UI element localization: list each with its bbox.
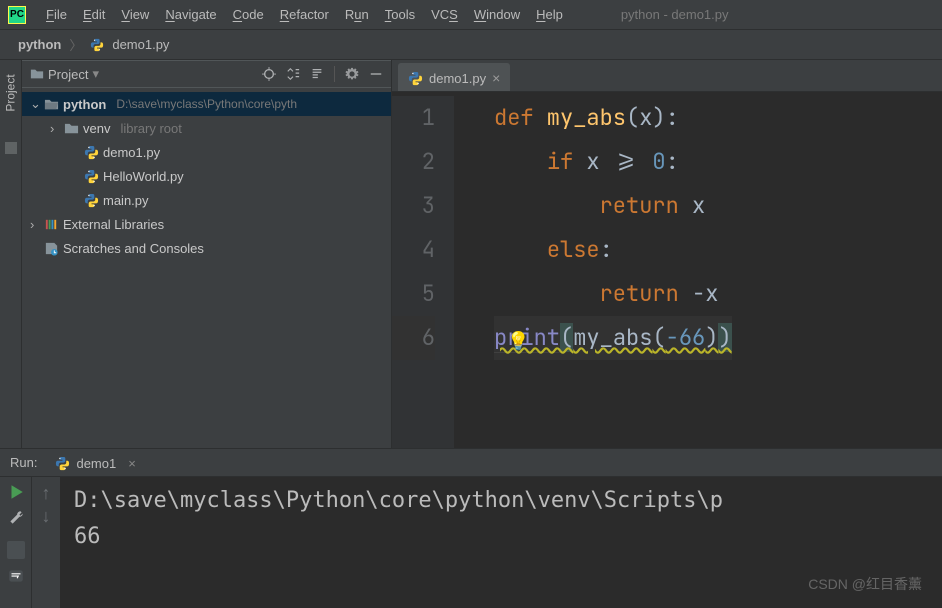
python-file-icon bbox=[55, 456, 70, 471]
run-label: Run: bbox=[10, 455, 37, 470]
expand-all-icon[interactable] bbox=[286, 67, 300, 81]
tree-file[interactable]: demo1.py bbox=[22, 140, 391, 164]
menu-item[interactable]: Refactor bbox=[272, 7, 337, 22]
editor: demo1.py × 1 2 3 4 5 6 💡 def my_abs(x): … bbox=[392, 60, 942, 448]
ide-logo-icon: PC bbox=[8, 6, 26, 24]
code-line[interactable]: print(my_abs(-66)) bbox=[494, 316, 732, 360]
collapse-all-icon[interactable] bbox=[310, 67, 324, 81]
python-file-icon bbox=[90, 38, 104, 52]
tree-root-path: D:\save\myclass\Python\core\pyth bbox=[116, 97, 297, 111]
menu-item[interactable]: Help bbox=[528, 7, 571, 22]
menu-item[interactable]: Navigate bbox=[157, 7, 224, 22]
down-arrow-icon[interactable]: ↓ bbox=[42, 506, 51, 527]
editor-tab-demo1[interactable]: demo1.py × bbox=[398, 63, 510, 91]
line-number[interactable]: 3 bbox=[392, 184, 435, 228]
tree-external-libs[interactable]: › External Libraries bbox=[22, 212, 391, 236]
chevron-right-icon[interactable]: › bbox=[30, 217, 40, 232]
code-area[interactable]: def my_abs(x): if x >= 0: return x else:… bbox=[454, 96, 732, 448]
run-tab[interactable]: demo1 × bbox=[47, 450, 143, 475]
menu-item[interactable]: Tools bbox=[377, 7, 423, 22]
settings-gear-icon[interactable] bbox=[345, 67, 359, 81]
wrench-icon[interactable] bbox=[7, 509, 25, 527]
breadcrumb[interactable]: python 〉 demo1.py bbox=[0, 30, 942, 60]
line-number[interactable]: 1 bbox=[392, 96, 435, 140]
close-icon[interactable]: × bbox=[128, 456, 136, 471]
project-view-icon bbox=[30, 67, 44, 81]
project-panel-title[interactable]: Project bbox=[48, 67, 88, 82]
tree-item-label: External Libraries bbox=[63, 217, 164, 232]
line-number[interactable]: 6 bbox=[392, 316, 435, 360]
menu-item[interactable]: Run bbox=[337, 7, 377, 22]
chevron-right-icon[interactable]: › bbox=[50, 121, 60, 136]
tree-scratches[interactable]: Scratches and Consoles bbox=[22, 236, 391, 260]
tree-item-label: HelloWorld.py bbox=[103, 169, 184, 184]
up-arrow-icon[interactable]: ↑ bbox=[42, 483, 51, 504]
close-icon[interactable]: × bbox=[492, 70, 500, 86]
scratches-icon bbox=[44, 241, 59, 256]
code-line[interactable]: return -x bbox=[494, 272, 732, 316]
run-nav: ↑ ↓ bbox=[32, 477, 60, 608]
code-line[interactable]: return x bbox=[494, 184, 732, 228]
editor-tabs: demo1.py × bbox=[392, 60, 942, 92]
menu-item[interactable]: Code bbox=[225, 7, 272, 22]
menu-item[interactable]: VCS bbox=[423, 7, 466, 22]
menu-item[interactable]: Window bbox=[466, 7, 528, 22]
window-title: python - demo1.py bbox=[621, 7, 729, 22]
console-output: 66 bbox=[74, 519, 928, 555]
run-panel: Run: demo1 × ↑ ↓ D:\save\myclass\Python\… bbox=[0, 448, 942, 608]
separator bbox=[334, 66, 335, 82]
line-number[interactable]: 5 bbox=[392, 272, 435, 316]
project-panel-header: Project ▾ bbox=[22, 60, 391, 88]
line-number[interactable]: 2 bbox=[392, 140, 435, 184]
code-line[interactable]: def my_abs(x): bbox=[494, 96, 732, 140]
watermark: CSDN @红目香薰 bbox=[808, 574, 922, 594]
python-file-icon bbox=[408, 71, 423, 86]
tree-item-label: demo1.py bbox=[103, 145, 160, 160]
console-path: D:\save\myclass\Python\core\python\venv\… bbox=[74, 483, 928, 519]
run-tab-label: demo1 bbox=[76, 456, 116, 471]
tree-item-label: main.py bbox=[103, 193, 149, 208]
dropdown-chevron-icon[interactable]: ▾ bbox=[92, 66, 99, 82]
stop-icon[interactable] bbox=[7, 541, 25, 559]
left-rail: Project bbox=[0, 60, 22, 448]
breadcrumb-root[interactable]: python bbox=[18, 37, 61, 52]
line-gutter[interactable]: 1 2 3 4 5 6 bbox=[392, 96, 454, 448]
tab-label: demo1.py bbox=[429, 71, 486, 86]
chevron-down-icon[interactable]: ⌄ bbox=[30, 96, 40, 112]
tree-file[interactable]: main.py bbox=[22, 188, 391, 212]
menu-item[interactable]: File bbox=[38, 7, 75, 22]
project-tool-tab[interactable]: Project bbox=[4, 74, 18, 111]
tree-item-tag: library root bbox=[120, 121, 181, 136]
libraries-icon bbox=[44, 217, 59, 232]
tree-root-label: python bbox=[63, 97, 106, 112]
python-file-icon bbox=[84, 193, 99, 208]
intention-bulb-icon[interactable]: 💡 bbox=[507, 320, 529, 364]
tree-file[interactable]: HelloWorld.py bbox=[22, 164, 391, 188]
tree-item-label: venv bbox=[83, 121, 110, 136]
folder-open-icon bbox=[44, 97, 59, 112]
hide-panel-icon[interactable] bbox=[369, 67, 383, 81]
structure-icon[interactable] bbox=[3, 140, 19, 156]
select-opened-icon[interactable] bbox=[262, 67, 276, 81]
code-line[interactable]: if x >= 0: bbox=[494, 140, 732, 184]
line-number[interactable]: 4 bbox=[392, 228, 435, 272]
menu-item[interactable]: Edit bbox=[75, 7, 113, 22]
menubar: PC FileEditViewNavigateCodeRefactorRunTo… bbox=[0, 0, 942, 30]
project-tree[interactable]: ⌄ python D:\save\myclass\Python\core\pyt… bbox=[22, 88, 391, 448]
menu-item[interactable]: View bbox=[113, 7, 157, 22]
python-file-icon bbox=[84, 145, 99, 160]
run-actions bbox=[0, 477, 32, 608]
run-panel-header: Run: demo1 × bbox=[0, 449, 942, 477]
project-panel: Project ▾ ⌄ python D:\save\myclass\Pytho… bbox=[22, 60, 392, 448]
code-line[interactable]: else: bbox=[494, 228, 732, 272]
tree-root[interactable]: ⌄ python D:\save\myclass\Python\core\pyt… bbox=[22, 92, 391, 116]
tree-item-label: Scratches and Consoles bbox=[63, 241, 204, 256]
folder-icon bbox=[64, 121, 79, 136]
python-file-icon bbox=[84, 169, 99, 184]
tree-venv[interactable]: › venv library root bbox=[22, 116, 391, 140]
editor-body[interactable]: 1 2 3 4 5 6 💡 def my_abs(x): if x >= 0: … bbox=[392, 92, 942, 448]
breadcrumb-file[interactable]: demo1.py bbox=[112, 37, 169, 52]
rerun-play-icon[interactable] bbox=[7, 483, 25, 501]
soft-wrap-icon[interactable] bbox=[7, 567, 25, 585]
